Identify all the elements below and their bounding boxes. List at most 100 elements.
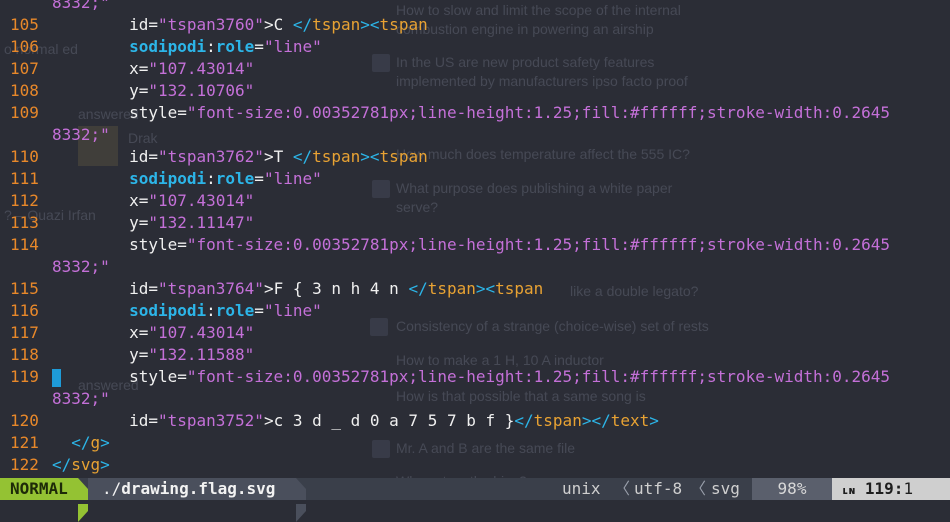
code-token: >c 3 d _ d 0 a 7 5 7 b f }: [263, 411, 515, 430]
code-token: role: [215, 37, 255, 56]
code-token: tspan: [312, 147, 361, 166]
code-token: </: [408, 279, 428, 298]
line-number: 114: [10, 235, 39, 254]
chevron-left-icon: 〈: [614, 479, 631, 498]
text-cursor: [52, 369, 61, 387]
code-text: id="tspan3752">c 3 d _ d 0 a 7 5 7 b f }…: [52, 410, 659, 432]
code-token: tspan: [427, 279, 476, 298]
code-text: 8332;": [52, 124, 110, 146]
code-token: "font-size:0.00352781px;line-height:1.25…: [186, 235, 891, 254]
line-number: 118: [10, 345, 39, 364]
code-token: tspan: [379, 15, 428, 34]
code-text: </svg>: [52, 454, 110, 476]
code-token: "font-size:0.00352781px;line-height:1.25…: [186, 103, 891, 122]
code-token: x=: [52, 191, 149, 210]
code-token: x=: [52, 323, 149, 342]
cursor-pos-separator: :: [893, 479, 904, 498]
line-number: 120: [10, 411, 39, 430]
code-token: 8332;": [52, 389, 110, 408]
line-number: 105: [10, 15, 39, 34]
line-number: 111: [10, 169, 39, 188]
code-text: sodipodi:role="line": [52, 168, 322, 190]
file-path: ./drawing.flag.svg: [88, 478, 296, 500]
code-token: y=: [52, 345, 149, 364]
code-text: 8332;": [52, 256, 110, 278]
code-token: 8332;": [52, 125, 110, 144]
line-number: 113: [10, 213, 39, 232]
line-number: 119: [10, 367, 39, 386]
code-token: style=: [52, 103, 187, 122]
line-number: 106: [10, 37, 39, 56]
code-token: ><: [360, 15, 380, 34]
code-token: >T: [263, 147, 293, 166]
file-dir: ./: [102, 479, 122, 498]
code-token: "font-size:0.00352781px;line-height:1.25…: [186, 367, 891, 386]
cursor-col: 1: [903, 479, 914, 498]
code-text: x="107.43014": [52, 322, 254, 344]
code-token: tspan: [312, 15, 361, 34]
code-token: style=: [52, 367, 187, 386]
mode-indicator: NORMAL: [0, 478, 78, 500]
line-number: 117: [10, 323, 39, 342]
line-number: 110: [10, 147, 39, 166]
code-token: >F { 3 n h 4 n: [263, 279, 409, 298]
code-token: =: [254, 301, 264, 320]
code-token: g: [90, 433, 101, 452]
bottom-strip: [0, 500, 950, 504]
code-token: style=: [52, 235, 187, 254]
line-number: 115: [10, 279, 39, 298]
code-token: "tspan3762": [157, 147, 264, 166]
statusline: NORMAL ./drawing.flag.svg unix 〈 utf-8 〈…: [0, 478, 950, 522]
code-token: >: [100, 433, 110, 452]
code-token: text: [610, 411, 650, 430]
code-token: role: [215, 301, 255, 320]
code-token: </: [292, 15, 313, 34]
code-token: ></: [581, 411, 611, 430]
code-text: id="tspan3762">T </tspan><tspan: [52, 146, 428, 168]
code-token: ><: [475, 279, 496, 298]
code-text: style="font-size:0.00352781px;line-heigh…: [52, 102, 890, 124]
code-text: id="tspan3760">C </tspan><tspan: [52, 14, 428, 36]
scroll-percent: 98%: [752, 478, 832, 500]
code-token: "107.43014": [148, 191, 255, 210]
code-text: style="font-size:0.00352781px;line-heigh…: [52, 366, 890, 388]
cursor-line: 119: [864, 479, 894, 498]
line-number: 107: [10, 59, 39, 78]
code-token: tspan: [533, 411, 582, 430]
code-text: sodipodi:role="line": [52, 300, 322, 322]
code-token: "tspan3764": [157, 279, 264, 298]
code-token: role: [215, 169, 255, 188]
fileformat-label: unix: [562, 479, 601, 498]
code-token: "tspan3752": [157, 411, 264, 430]
code-token: y=: [52, 81, 149, 100]
code-token: "107.43014": [148, 323, 255, 342]
code-token: x=: [52, 59, 149, 78]
code-text: y="132.10706": [52, 80, 254, 102]
code-token: id=: [52, 279, 158, 298]
code-token: id=: [52, 15, 158, 34]
code-token: >: [100, 455, 110, 474]
line-number: 112: [10, 191, 39, 210]
file-name: drawing.flag.svg: [121, 479, 276, 498]
code-token: "132.11588": [148, 345, 255, 364]
code-text: y="132.11147": [52, 212, 254, 234]
code-text: style="font-size:0.00352781px;line-heigh…: [52, 234, 890, 256]
code-token: sodipodi: [52, 169, 207, 188]
code-text: y="132.11588": [52, 344, 254, 366]
code-token: 8332;": [52, 257, 110, 276]
code-text: </g>: [52, 432, 110, 454]
code-token: tspan: [379, 147, 428, 166]
code-token: =: [254, 169, 264, 188]
code-token: svg: [71, 455, 101, 474]
code-token: id=: [52, 411, 158, 430]
code-token: </: [52, 455, 72, 474]
cursor-position: ʟɴ 119:1: [832, 478, 950, 500]
editor-buffer[interactable]: 8332;" 105 id="tspan3760">C </tspan><tspa…: [0, 0, 950, 478]
code-token: 8332;": [52, 0, 110, 12]
code-token: id=: [52, 147, 158, 166]
filetype-label: svg: [711, 479, 740, 498]
code-token: "132.10706": [148, 81, 255, 100]
code-text: sodipodi:role="line": [52, 36, 322, 58]
code-text: id="tspan3764">F { 3 n h 4 n </tspan><ts…: [52, 278, 543, 300]
